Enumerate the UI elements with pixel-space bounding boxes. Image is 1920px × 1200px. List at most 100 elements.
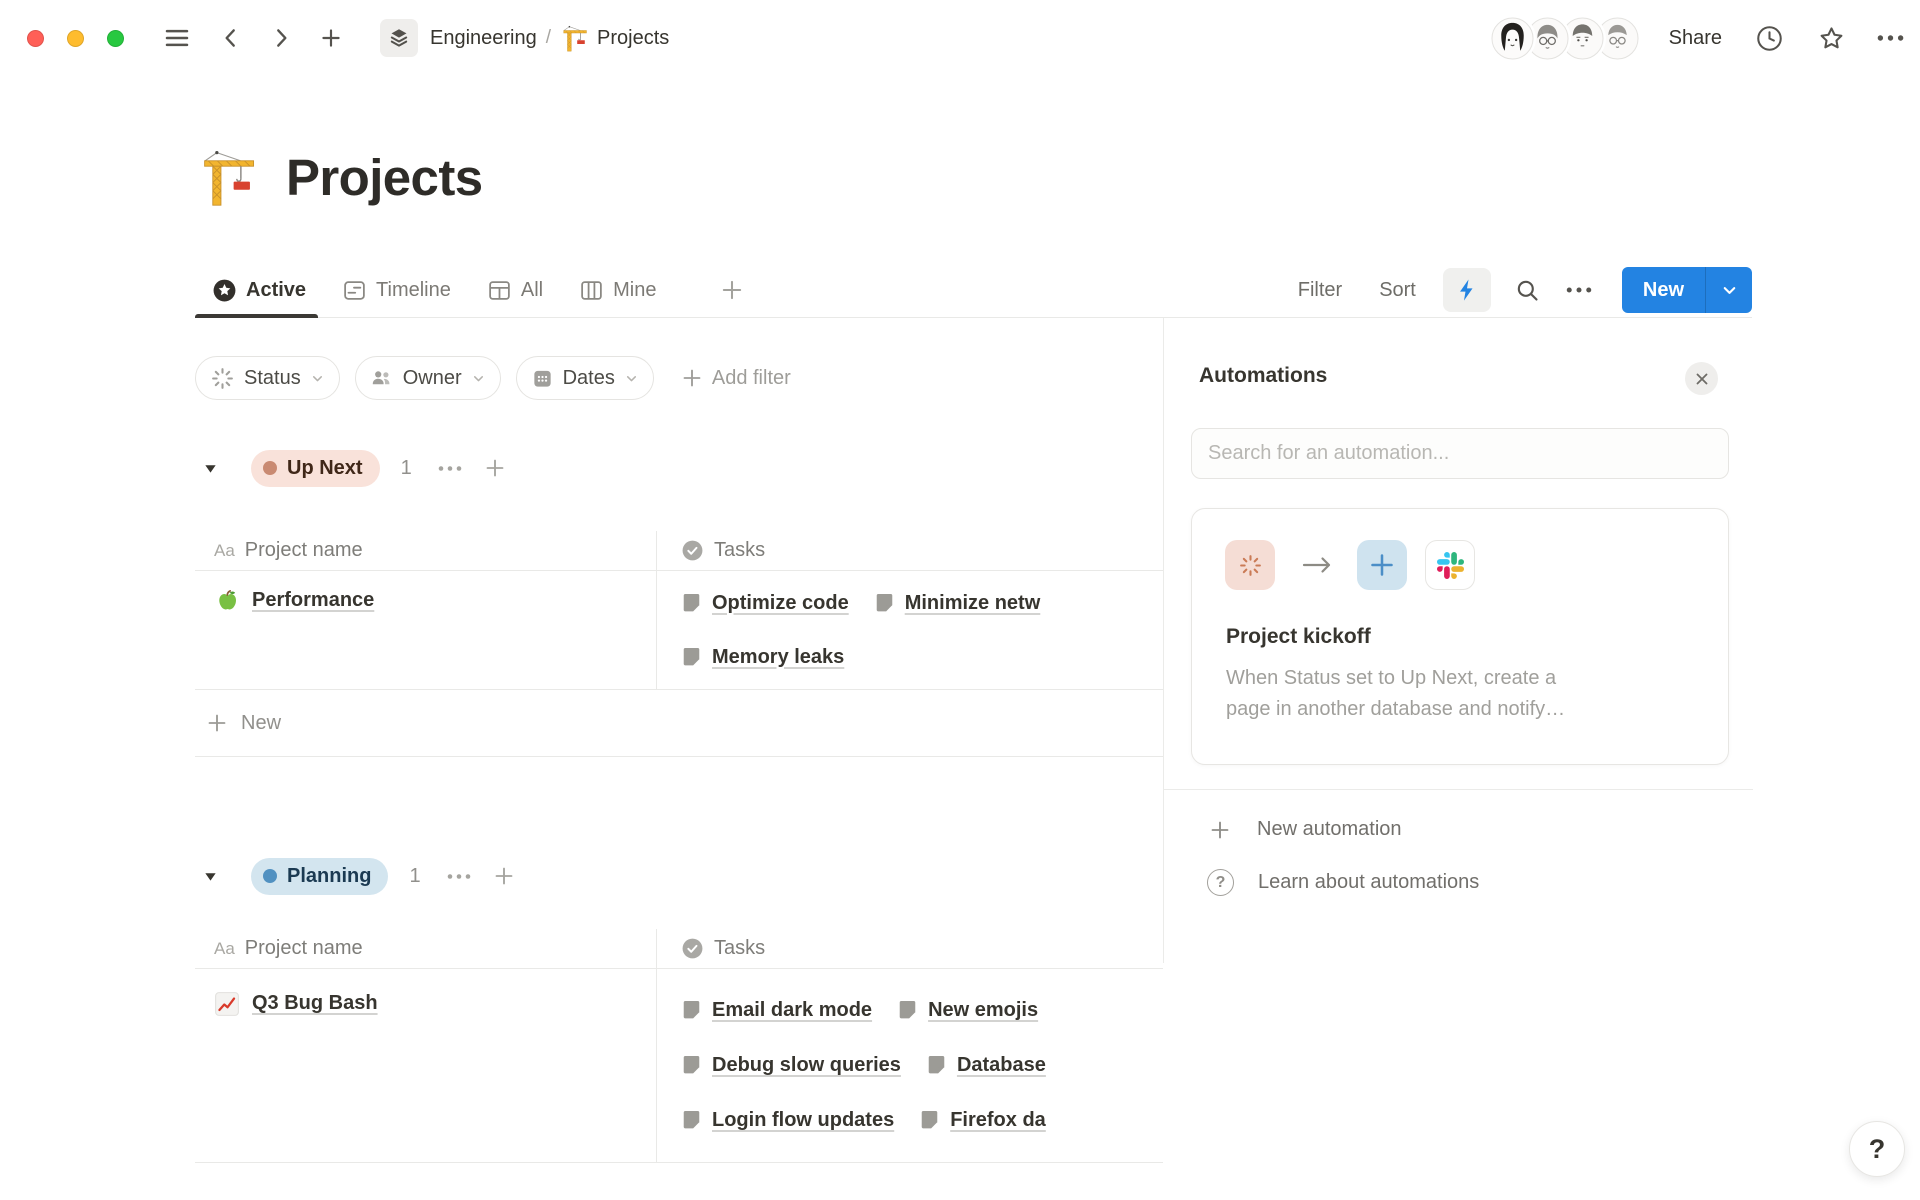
zoom-window-button[interactable] — [107, 30, 124, 47]
tab-label: Mine — [613, 279, 656, 302]
project-link[interactable]: Performance — [252, 589, 374, 612]
page-icon — [897, 1000, 918, 1021]
sidebar-menu-icon[interactable] — [162, 23, 192, 53]
filter-chip-owner[interactable]: Owner — [355, 356, 501, 400]
close-icon[interactable] — [1685, 362, 1718, 395]
automation-flow-icons — [1225, 540, 1475, 590]
teamspace-icon[interactable] — [380, 19, 418, 57]
filter-chip-status[interactable]: Status — [195, 356, 340, 400]
task-link[interactable]: Debug slow queries — [712, 1054, 901, 1077]
chevron-down-icon — [310, 371, 325, 386]
group-pill-planning[interactable]: Planning — [251, 858, 388, 895]
task-link[interactable]: Email dark mode — [712, 999, 872, 1022]
new-dropdown-chevron-icon[interactable] — [1705, 267, 1752, 313]
page-crane-icon[interactable] — [201, 149, 259, 207]
favorite-star-icon[interactable] — [1817, 24, 1846, 53]
automation-card[interactable]: Project kickoff When Status set to Up Ne… — [1191, 508, 1729, 765]
task-link[interactable]: New emojis — [928, 999, 1038, 1022]
group-add-icon[interactable] — [493, 865, 515, 887]
more-options-icon[interactable] — [1877, 34, 1904, 42]
page-title[interactable]: Projects — [286, 148, 482, 207]
table-row: Q3 Bug Bash Email dark mode New emojis D… — [195, 969, 1163, 1163]
task-link[interactable]: Firefox da — [950, 1109, 1046, 1132]
project-link[interactable]: Q3 Bug Bash — [252, 992, 378, 1015]
column-header-tasks[interactable]: Tasks — [656, 929, 1163, 968]
forward-icon[interactable] — [268, 25, 294, 51]
add-view-icon[interactable] — [720, 278, 744, 302]
filter-chip-dates[interactable]: Dates — [516, 356, 654, 400]
learn-about-automations-button[interactable]: ? Learn about automations — [1207, 869, 1479, 896]
breadcrumb-team[interactable]: Engineering — [430, 27, 537, 50]
task-line: Email dark mode New emojis — [681, 983, 1163, 1038]
new-page-icon[interactable] — [318, 25, 344, 51]
tab-active[interactable]: Active — [212, 263, 306, 317]
task-item[interactable]: Email dark mode — [681, 999, 872, 1022]
task-line: Debug slow queries Database — [681, 1038, 1163, 1093]
task-item[interactable]: Memory leaks — [681, 646, 844, 669]
table-up-next: Aa Project name Tasks Performance Optimi… — [195, 531, 1163, 757]
new-button-group: New — [1622, 267, 1752, 313]
minimize-window-button[interactable] — [67, 30, 84, 47]
collaborator-avatars[interactable] — [1491, 17, 1639, 60]
text-property-icon: Aa — [214, 939, 235, 959]
updates-clock-icon[interactable] — [1755, 24, 1784, 53]
share-button[interactable]: Share — [1669, 27, 1722, 50]
project-name-cell[interactable]: Performance — [195, 571, 656, 625]
task-item[interactable]: Firefox da — [919, 1109, 1046, 1132]
task-item[interactable]: Optimize code — [681, 592, 849, 615]
group-options-icon[interactable] — [447, 873, 471, 880]
status-trigger-icon — [1225, 540, 1275, 590]
table-view-icon — [487, 278, 512, 303]
tab-label: Timeline — [376, 279, 451, 302]
close-window-button[interactable] — [27, 30, 44, 47]
task-item[interactable]: Minimize netw — [874, 592, 1041, 615]
add-filter-button[interactable]: Add filter — [681, 367, 791, 390]
new-row-button[interactable]: New — [195, 690, 1163, 757]
chip-label: Status — [244, 367, 301, 390]
back-icon[interactable] — [218, 25, 244, 51]
collapse-triangle-icon[interactable] — [203, 461, 225, 476]
new-button[interactable]: New — [1622, 267, 1705, 313]
task-link[interactable]: Optimize code — [712, 592, 849, 615]
tab-label: Active — [246, 279, 306, 302]
plus-icon — [681, 367, 703, 389]
search-icon[interactable] — [1514, 277, 1541, 304]
group-pill-up-next[interactable]: Up Next — [251, 450, 380, 487]
task-link[interactable]: Minimize netw — [905, 592, 1041, 615]
column-header-tasks[interactable]: Tasks — [656, 531, 1163, 570]
automations-bolt-icon[interactable] — [1443, 268, 1491, 312]
help-button[interactable]: ? — [1849, 1121, 1905, 1177]
automation-search-input[interactable] — [1191, 428, 1729, 479]
tab-timeline[interactable]: Timeline — [342, 263, 451, 317]
breadcrumb-page[interactable]: Projects — [597, 27, 669, 50]
tab-mine[interactable]: Mine — [579, 263, 656, 317]
titlebar: Engineering / Projects Share — [0, 0, 1920, 76]
task-item[interactable]: Database — [926, 1054, 1046, 1077]
project-name-cell[interactable]: Q3 Bug Bash — [195, 969, 656, 1033]
column-header-project-name[interactable]: Aa Project name — [195, 929, 656, 968]
task-item[interactable]: New emojis — [897, 999, 1038, 1022]
status-dot — [263, 461, 277, 475]
group-options-icon[interactable] — [438, 465, 462, 472]
automations-panel: Automations Project kickoff When Status … — [1163, 318, 1752, 963]
page-icon — [919, 1110, 940, 1131]
sort-button[interactable]: Sort — [1379, 279, 1416, 302]
tasks-cell[interactable]: Optimize code Minimize netw Memory leaks — [656, 571, 1163, 689]
task-link[interactable]: Database — [957, 1054, 1046, 1077]
column-label: Tasks — [714, 539, 765, 562]
column-header-project-name[interactable]: Aa Project name — [195, 531, 656, 570]
group-add-icon[interactable] — [484, 457, 506, 479]
task-item[interactable]: Login flow updates — [681, 1109, 894, 1132]
view-options-icon[interactable] — [1566, 286, 1592, 294]
task-item[interactable]: Debug slow queries — [681, 1054, 901, 1077]
status-dot — [263, 869, 277, 883]
task-link[interactable]: Memory leaks — [712, 646, 844, 669]
tasks-cell[interactable]: Email dark mode New emojis Debug slow qu… — [656, 969, 1163, 1162]
collapse-triangle-icon[interactable] — [203, 869, 225, 884]
timeline-view-icon — [342, 278, 367, 303]
task-link[interactable]: Login flow updates — [712, 1109, 894, 1132]
filter-button[interactable]: Filter — [1298, 279, 1342, 302]
avatar[interactable] — [1491, 17, 1534, 60]
tab-all[interactable]: All — [487, 263, 543, 317]
new-automation-button[interactable]: New automation — [1209, 818, 1402, 841]
